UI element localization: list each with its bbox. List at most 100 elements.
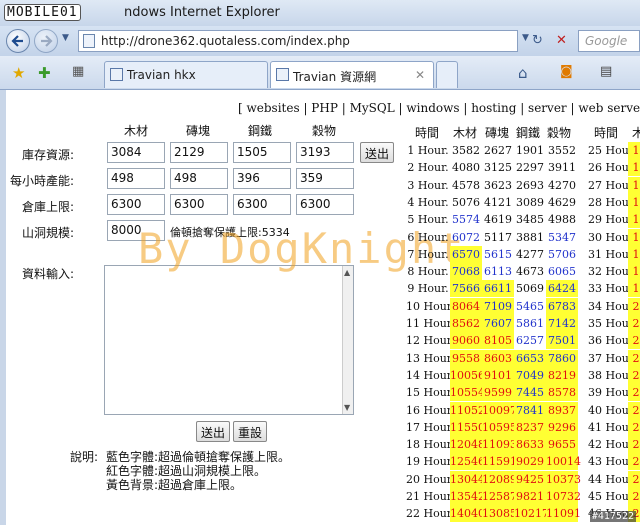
close-tab-icon[interactable]: ✕ bbox=[415, 68, 425, 82]
production-label: 每小時產能: bbox=[10, 174, 75, 188]
row-value: 3125 bbox=[484, 161, 512, 175]
row-value: 7841 bbox=[514, 401, 546, 419]
new-tab-button[interactable] bbox=[436, 61, 458, 88]
row-time: 1 Hour. bbox=[407, 144, 449, 157]
legend-title: 說明: bbox=[70, 450, 99, 464]
row-value-right: 215 bbox=[628, 349, 640, 367]
cave-label: 山洞規模: bbox=[22, 226, 75, 240]
row-value: 10554 bbox=[450, 384, 485, 402]
address-dropdown-icon[interactable]: ▼ bbox=[522, 33, 529, 43]
site-logo: MOBILE01 bbox=[4, 4, 81, 21]
row-value: 10014 bbox=[546, 453, 581, 471]
forward-arrow-icon bbox=[41, 35, 53, 47]
home-icon[interactable]: ⌂ bbox=[518, 64, 528, 82]
row-value: 6065 bbox=[548, 265, 576, 279]
tab-travian-resource[interactable]: Travian 資源網 ✕ bbox=[270, 61, 434, 88]
row-value: 2693 bbox=[516, 178, 544, 192]
row-value-right: 165 bbox=[628, 176, 640, 194]
stock-brick-input[interactable]: 2129 bbox=[170, 142, 228, 163]
row-value: 10217 bbox=[514, 505, 549, 523]
row-value-right: 235 bbox=[628, 418, 640, 436]
row-value: 3089 bbox=[516, 195, 544, 209]
row-time: 12 Hour. bbox=[406, 334, 455, 348]
add-favorite-icon[interactable]: ✚ bbox=[38, 64, 51, 82]
wh-wood-input[interactable]: 6300 bbox=[107, 194, 165, 215]
row-value: 7445 bbox=[514, 384, 546, 402]
row-time: 16 Hour. bbox=[406, 403, 455, 417]
refresh-icon[interactable]: ↻ bbox=[532, 33, 543, 48]
row-value: 13542 bbox=[450, 488, 485, 505]
prod-iron-input[interactable]: 396 bbox=[233, 168, 291, 189]
th-brick: 磚塊 bbox=[485, 126, 510, 140]
row-value-right: 225 bbox=[628, 384, 640, 402]
row-value: 12546 bbox=[450, 453, 485, 471]
prod-wood-input[interactable]: 498 bbox=[107, 168, 165, 189]
row-value: 4673 bbox=[516, 265, 544, 279]
address-field[interactable]: http://drone362.quotaless.com/index.php bbox=[78, 30, 518, 52]
row-value: 4270 bbox=[548, 178, 576, 192]
th-iron: 鋼鐵 bbox=[516, 126, 541, 140]
row-value: 9558 bbox=[450, 349, 482, 367]
feeds-icon[interactable]: ◙ bbox=[560, 64, 573, 79]
back-button[interactable] bbox=[6, 29, 30, 53]
row-value: 4080 bbox=[452, 161, 480, 175]
row-value: 11093 bbox=[482, 436, 517, 454]
row-time: 10 Hour. bbox=[406, 299, 455, 313]
row-value: 7566 bbox=[450, 280, 482, 298]
row-value: 9425 bbox=[514, 470, 546, 488]
top-links[interactable]: [ websites | PHP | MySQL | windows | hos… bbox=[238, 101, 640, 115]
row-value: 9060 bbox=[450, 332, 482, 350]
row-time: 21 Hour. bbox=[406, 490, 455, 503]
row-time-right: 45 Hour. bbox=[588, 490, 637, 503]
stock-crop-input[interactable]: 3193 bbox=[296, 142, 354, 163]
wh-iron-input[interactable]: 6300 bbox=[233, 194, 291, 215]
row-value: 10056 bbox=[450, 366, 485, 384]
prod-crop-input[interactable]: 359 bbox=[296, 168, 354, 189]
row-value-right: 185 bbox=[628, 245, 640, 263]
reset-button[interactable]: 重設 bbox=[233, 421, 267, 442]
quick-tabs-icon[interactable]: ▦ bbox=[72, 64, 84, 79]
row-value: 8237 bbox=[514, 418, 546, 436]
forward-button[interactable] bbox=[34, 29, 58, 53]
legend-yellow: 黃色背景:超過倉庫上限。 bbox=[106, 478, 243, 492]
col-header-crop: 穀物 bbox=[312, 124, 337, 138]
submit-button[interactable]: 送出 bbox=[196, 421, 230, 442]
row-value: 3582 bbox=[452, 144, 480, 157]
row-time: 7 Hour. bbox=[407, 247, 449, 261]
history-dropdown-icon[interactable]: ▼ bbox=[62, 33, 69, 43]
row-value: 8937 bbox=[546, 401, 578, 419]
row-value: 9599 bbox=[482, 384, 514, 402]
data-input-textarea[interactable]: ▲ ▼ bbox=[104, 265, 354, 415]
send-button[interactable]: 送出 bbox=[360, 142, 394, 163]
wh-crop-input[interactable]: 6300 bbox=[296, 194, 354, 215]
row-value: 10732 bbox=[546, 488, 581, 505]
tab-travian-hkx[interactable]: Travian hkx bbox=[104, 61, 268, 88]
prod-brick-input[interactable]: 498 bbox=[170, 168, 228, 189]
row-value: 4629 bbox=[548, 195, 576, 209]
search-input[interactable]: Google bbox=[578, 30, 640, 52]
stop-icon[interactable]: ✕ bbox=[556, 33, 567, 48]
row-time-right: 32 Hour. bbox=[588, 265, 637, 279]
row-time-right: 42 Hour. bbox=[588, 438, 637, 452]
row-value-right: 180 bbox=[628, 228, 640, 246]
row-value: 12587 bbox=[482, 488, 517, 505]
row-time: 9 Hour. bbox=[407, 282, 449, 296]
row-value: 6113 bbox=[484, 265, 512, 279]
scroll-down-icon[interactable]: ▼ bbox=[344, 403, 350, 412]
row-value: 5615 bbox=[484, 247, 512, 261]
stock-iron-input[interactable]: 1505 bbox=[233, 142, 291, 163]
row-time-right: 38 Hour. bbox=[588, 368, 637, 382]
page-icon bbox=[83, 34, 95, 48]
row-time: 11 Hour. bbox=[406, 317, 455, 330]
textarea-scrollbar[interactable]: ▲ ▼ bbox=[342, 266, 353, 414]
row-value: 9029 bbox=[514, 453, 546, 471]
wh-brick-input[interactable]: 6300 bbox=[170, 194, 228, 215]
row-time-right: 39 Hour. bbox=[588, 386, 637, 400]
title-bar: MOBILE01 ndows Internet Explorer bbox=[0, 0, 640, 26]
stock-wood-input[interactable]: 3084 bbox=[107, 142, 165, 163]
row-value: 2297 bbox=[516, 161, 544, 175]
row-time: 13 Hour. bbox=[406, 351, 455, 365]
row-value: 4277 bbox=[516, 247, 544, 261]
favorites-star-icon[interactable]: ★ bbox=[12, 64, 25, 82]
print-icon[interactable]: ▤ bbox=[600, 64, 612, 79]
